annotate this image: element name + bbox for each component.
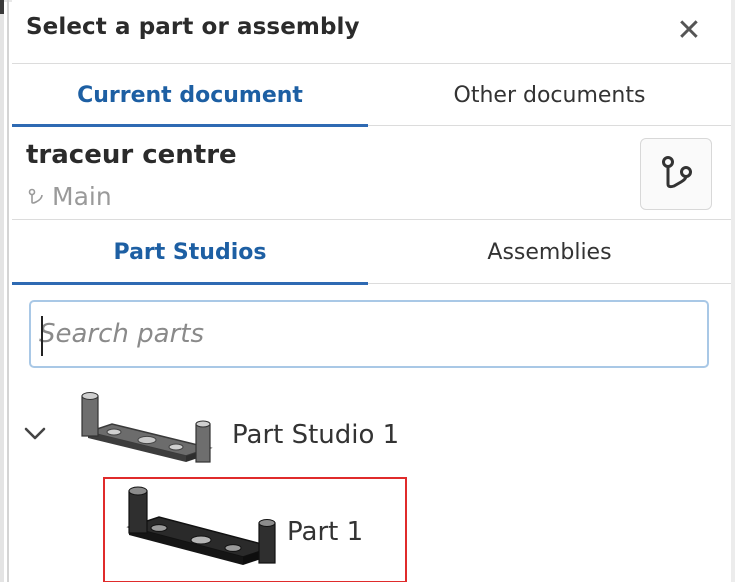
close-button[interactable]: ✕ — [672, 16, 706, 50]
chevron-down-icon[interactable] — [22, 424, 48, 444]
dialog-header: Select a part or assembly ✕ — [12, 0, 731, 64]
part-thumbnail — [126, 486, 276, 565]
document-info: traceur centre Main — [12, 126, 731, 220]
tab-label: Assemblies — [487, 239, 612, 265]
tab-part-studios[interactable]: Part Studios — [12, 220, 368, 285]
tab-other-documents[interactable]: Other documents — [368, 64, 731, 126]
branch-indicator: Main — [28, 182, 112, 211]
version-graph-button[interactable] — [640, 138, 712, 210]
text-caret — [41, 316, 43, 356]
document-tabs: Current document Other documents — [12, 64, 731, 127]
branch-name: Main — [52, 182, 112, 211]
element-tabs: Part Studios Assemblies — [12, 220, 731, 285]
search-input[interactable] — [39, 310, 699, 358]
window-edge-right — [731, 0, 735, 582]
version-graph-icon — [662, 156, 692, 189]
search-box[interactable] — [29, 300, 709, 368]
tree-item-part[interactable]: Part 1 — [103, 477, 407, 582]
dialog-title: Select a part or assembly — [26, 14, 360, 40]
part-label: Part 1 — [287, 517, 364, 547]
window-edge — [0, 0, 4, 582]
select-part-panel: Select a part or assembly ✕ Current docu… — [12, 0, 731, 582]
tab-label: Part Studios — [113, 239, 267, 265]
tab-assemblies[interactable]: Assemblies — [368, 220, 731, 284]
panel-divider — [7, 0, 9, 582]
dialog-frame: Select a part or assembly ✕ Current docu… — [0, 0, 735, 582]
branch-icon — [28, 188, 43, 204]
tab-label: Other documents — [453, 82, 646, 108]
document-name: traceur centre — [26, 140, 237, 170]
tab-current-document[interactable]: Current document — [12, 64, 368, 127]
tree-item-part-studio[interactable]: Part Studio 1 — [12, 382, 731, 478]
close-icon: ✕ — [676, 13, 702, 48]
part-studio-thumbnail — [81, 392, 213, 463]
part-studio-label: Part Studio 1 — [232, 420, 400, 450]
tab-label: Current document — [77, 82, 303, 108]
